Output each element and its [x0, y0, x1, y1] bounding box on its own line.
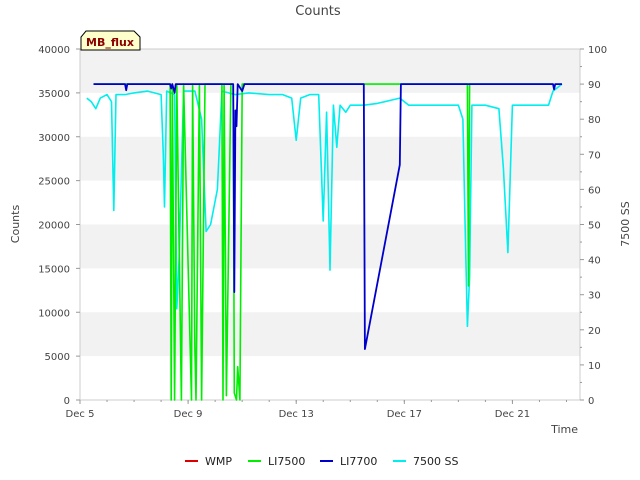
- grid-band: [80, 49, 580, 93]
- y2-tick-label: 20: [588, 326, 601, 337]
- legend-label: LI7700: [340, 455, 377, 468]
- x-tick-label: Dec 21: [495, 409, 530, 420]
- x-tick-label: Dec 13: [279, 409, 314, 420]
- y-tick-label: 30000: [38, 133, 70, 144]
- y-tick-label: 25000: [38, 177, 70, 188]
- y-axis-label: Counts: [9, 205, 22, 244]
- chart-title: Counts: [295, 4, 341, 19]
- y2-axis-label: 7500 SS: [619, 201, 632, 246]
- legend: WMP LI7500 LI7700 7500 SS: [185, 455, 458, 468]
- grid-bands: [80, 49, 580, 400]
- y-tick-label: 5000: [45, 352, 70, 363]
- legend-label: WMP: [205, 455, 232, 468]
- y-tick-label: 35000: [38, 89, 70, 100]
- y2-tick-label: 0: [588, 396, 594, 407]
- y-axis-left: 0 5000 10000 15000 20000 25000 30000 35000 40000: [38, 45, 80, 407]
- x-tick-label: Dec 17: [387, 409, 422, 420]
- x-tick-label: Dec 5: [66, 409, 95, 420]
- y-tick-label: 40000: [38, 45, 70, 56]
- y2-tick-label: 70: [588, 150, 601, 161]
- y2-tick-label: 80: [588, 115, 601, 126]
- legend-label: LI7500: [268, 455, 305, 468]
- y-tick-label: 15000: [38, 264, 70, 275]
- y-tick-label: 0: [64, 396, 70, 407]
- site-badge: MB_flux: [80, 30, 141, 51]
- counts-chart: Dec 5 Dec 9 Dec 13 Dec 17 Dec 21 0 5000 10000 1…: [9, 4, 632, 468]
- y2-tick-label: 40: [588, 256, 601, 267]
- x-axis: Dec 5 Dec 9 Dec 13 Dec 17 Dec 21: [66, 400, 567, 420]
- x-axis-label: Time: [550, 423, 578, 436]
- grid-band: [80, 356, 580, 400]
- x-tick-label: Dec 9: [174, 409, 203, 420]
- y-axis-right: 0 10 20 30 40 50 60 70 80 90 100: [580, 45, 607, 407]
- y2-tick-label: 90: [588, 80, 601, 91]
- y2-tick-label: 60: [588, 185, 601, 196]
- y2-tick-label: 50: [588, 221, 601, 232]
- y2-tick-label: 100: [588, 45, 607, 56]
- grid-band: [80, 268, 580, 313]
- y2-tick-label: 10: [588, 361, 601, 372]
- legend-label: 7500 SS: [413, 455, 458, 468]
- y-tick-label: 20000: [38, 221, 70, 232]
- y2-tick-label: 30: [588, 291, 601, 302]
- badge-label: MB_flux: [86, 36, 134, 49]
- grid-band: [80, 92, 580, 137]
- grid-band: [80, 312, 580, 357]
- y-tick-label: 10000: [38, 308, 70, 319]
- grid-band: [80, 136, 580, 181]
